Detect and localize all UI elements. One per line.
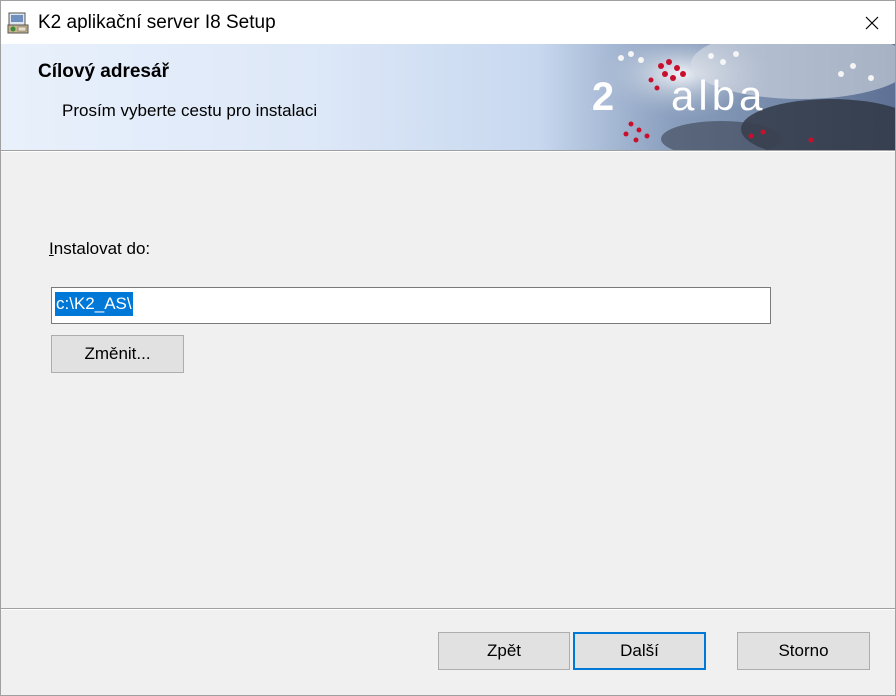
svg-text:alba: alba bbox=[671, 72, 766, 119]
svg-text:K2: K2 bbox=[591, 75, 614, 119]
install-to-label: Instalovat do: bbox=[49, 239, 150, 259]
next-button[interactable]: Další bbox=[573, 632, 706, 670]
banner-divider-highlight bbox=[1, 151, 895, 152]
cancel-button[interactable]: Storno bbox=[737, 632, 870, 670]
setup-window: K2 aplikační server I8 Setup Cílový adre… bbox=[0, 0, 896, 696]
header-banner: Cílový adresář Prosím vyberte cestu pro … bbox=[1, 44, 895, 150]
installer-icon bbox=[6, 11, 30, 35]
install-path-field[interactable]: c:\K2_AS\ bbox=[51, 287, 771, 324]
close-icon bbox=[865, 16, 879, 29]
title-bar: K2 aplikační server I8 Setup bbox=[1, 1, 895, 44]
install-path-value: c:\K2_AS\ bbox=[55, 292, 133, 316]
window-title: K2 aplikační server I8 Setup bbox=[38, 12, 276, 33]
footer-divider-highlight bbox=[1, 609, 895, 610]
change-button[interactable]: Změnit... bbox=[51, 335, 184, 373]
install-label-text: nstalovat do: bbox=[53, 239, 151, 258]
page-title: Cílový adresář bbox=[38, 61, 169, 82]
back-button[interactable]: Zpět bbox=[438, 632, 570, 670]
close-button[interactable] bbox=[849, 1, 895, 44]
page-subtitle: Prosím vyberte cestu pro instalaci bbox=[62, 101, 318, 120]
k2-alba-logo: K2 alba bbox=[591, 44, 895, 150]
